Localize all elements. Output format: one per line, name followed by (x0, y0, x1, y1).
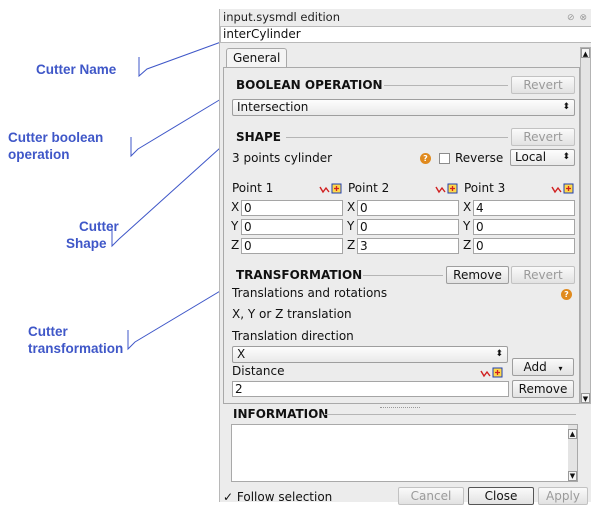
boolean-section-divider (384, 85, 508, 86)
annotation-cutter-transformation-line1: Cutter (28, 324, 68, 339)
point-2-x-label: X (347, 200, 356, 214)
translation-direction-select[interactable]: X ⬍ (232, 346, 508, 363)
scroll-up-icon[interactable]: ▲ (568, 429, 577, 439)
transformation-section-title: TRANSFORMATION (236, 268, 363, 282)
reverse-label: Reverse (455, 151, 504, 165)
remove-transformation-button[interactable]: Remove (512, 380, 574, 398)
scroll-down-icon[interactable]: ▼ (581, 393, 590, 403)
pick-distance-icon[interactable] (480, 367, 504, 378)
transformation-remove-button[interactable]: Remove (446, 266, 509, 284)
updown-caret-icon: ⬍ (562, 102, 570, 112)
add-transformation-button[interactable]: Add ▾ (512, 358, 574, 376)
boolean-operation-value: Intersection (237, 100, 309, 114)
boolean-operation-select[interactable]: Intersection ⬍ (232, 99, 575, 116)
help-icon[interactable]: ? (561, 289, 572, 300)
point-1-y-label: Y (231, 219, 239, 233)
name-field[interactable]: interCylinder (220, 26, 591, 43)
updown-caret-icon: ⬍ (495, 349, 503, 359)
information-section-title: INFORMATION (233, 407, 329, 421)
annotation-cutter-name: Cutter Name (36, 62, 117, 77)
main-scrollbar[interactable]: ▲ ▼ (580, 47, 591, 404)
annotation-cutter-boolean-line1: Cutter boolean (8, 130, 104, 145)
annotation-cutter-boolean-line2: operation (8, 147, 70, 162)
annotation-cutter-shape-line2: Shape (66, 236, 107, 251)
point-1-z-field[interactable]: 0 (241, 238, 343, 254)
point-1-x-field[interactable]: 0 (241, 200, 343, 216)
translation-direction-value: X (237, 347, 246, 361)
leader-cutter-boolean (130, 98, 222, 158)
window-title: input.sysmdl edition (223, 10, 340, 24)
transformation-revert-button[interactable]: Revert (511, 266, 575, 284)
titlebar-buttons[interactable]: ⊘ ⊗ (567, 10, 588, 27)
shape-type-label: 3 points cylinder (232, 151, 333, 165)
frame-value: Local (515, 150, 547, 164)
point-3-y-label: Y (463, 219, 471, 233)
shape-section-title: SHAPE (236, 130, 281, 144)
annotation-cutter-shape-line1: Cutter (79, 219, 119, 234)
point-1-label: Point 1 (232, 181, 274, 195)
dropdown-arrow-icon: ▾ (558, 364, 563, 373)
boolean-revert-button[interactable]: Revert (511, 76, 575, 94)
apply-button[interactable]: Apply (538, 487, 588, 505)
annotation-cutter-transformation-line2: transformation (28, 341, 124, 356)
pick-point-2-icon[interactable] (435, 183, 459, 194)
point-2-y-field[interactable]: 0 (357, 219, 459, 235)
information-scrollbar[interactable]: ▲ ▼ (568, 425, 577, 481)
window-titlebar: input.sysmdl edition ⊘ ⊗ (220, 9, 591, 26)
point-3-z-label: Z (463, 238, 472, 252)
point-2-z-field[interactable]: 3 (357, 238, 459, 254)
updown-caret-icon: ⬍ (562, 152, 570, 162)
leader-cutter-shape (111, 138, 231, 248)
transformation-section-divider (363, 275, 443, 276)
point-3-y-field[interactable]: 0 (473, 219, 575, 235)
pick-point-3-icon[interactable] (551, 183, 575, 194)
splitter-handle[interactable] (380, 407, 420, 409)
leader-cutter-name (138, 41, 222, 78)
point-2-x-field[interactable]: 0 (357, 200, 459, 216)
shape-revert-button[interactable]: Revert (511, 128, 575, 146)
transformation-subtitle: Translations and rotations (232, 286, 388, 300)
translation-type-label: X, Y or Z translation (232, 307, 352, 321)
point-3-label: Point 3 (464, 181, 506, 195)
point-1-y-field[interactable]: 0 (241, 219, 343, 235)
point-2-y-label: Y (347, 219, 355, 233)
point-3-z-field[interactable]: 0 (473, 238, 575, 254)
edition-panel: input.sysmdl edition ⊘ ⊗ interCylinder G… (219, 9, 591, 505)
point-1-x-label: X (231, 200, 240, 214)
cancel-button[interactable]: Cancel (398, 487, 464, 505)
tab-general[interactable]: General (226, 48, 288, 68)
general-tab-content: BOOLEAN OPERATION Revert Intersection ⬍ … (223, 67, 580, 404)
point-2-z-label: Z (347, 238, 356, 252)
close-button[interactable]: Close (468, 487, 534, 505)
information-section-divider (324, 414, 576, 415)
add-label: Add (523, 360, 547, 374)
point-2-label: Point 2 (348, 181, 390, 195)
information-text-area[interactable] (231, 424, 578, 482)
frame-select[interactable]: Local ⬍ (510, 149, 575, 166)
scroll-down-icon[interactable]: ▼ (568, 471, 577, 481)
reverse-checkbox[interactable] (439, 153, 450, 164)
translation-direction-label: Translation direction (232, 329, 354, 343)
distance-label: Distance (232, 364, 285, 378)
shape-section-divider (286, 137, 508, 138)
boolean-section-title: BOOLEAN OPERATION (236, 78, 383, 92)
scroll-up-icon[interactable]: ▲ (581, 48, 590, 58)
point-1-z-label: Z (231, 238, 240, 252)
help-icon[interactable]: ? (420, 153, 431, 164)
distance-field[interactable]: 2 (232, 381, 509, 397)
point-3-x-label: X (463, 200, 472, 214)
point-3-x-field[interactable]: 4 (473, 200, 575, 216)
pick-point-1-icon[interactable] (319, 183, 343, 194)
